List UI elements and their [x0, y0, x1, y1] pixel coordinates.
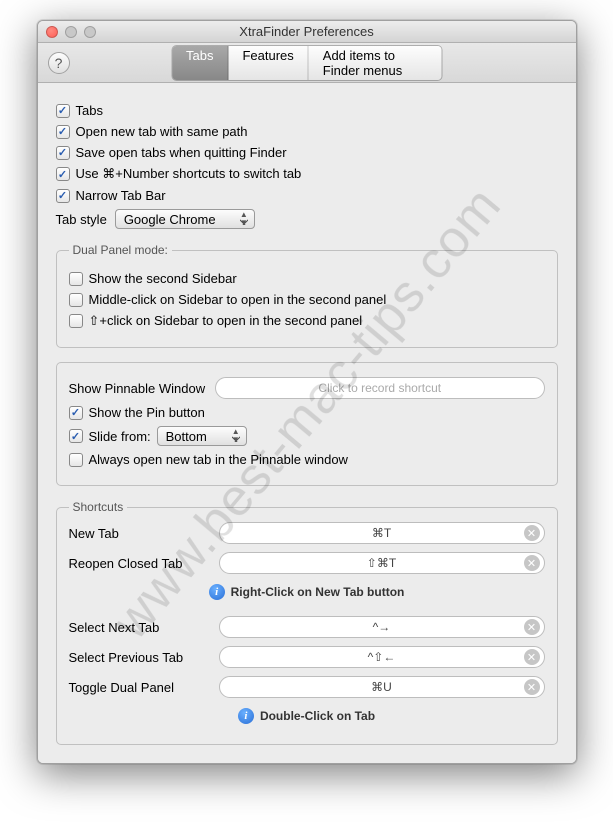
checkbox-second-sidebar[interactable]: [69, 272, 83, 286]
shortcut-toggle-value: ⌘U: [371, 680, 392, 694]
label-second-sidebar: Show the second Sidebar: [89, 271, 237, 286]
label-always-open: Always open new tab in the Pinnable wind…: [89, 452, 348, 467]
select-tab-style[interactable]: Google Chrome ▲▼: [115, 209, 255, 229]
close-window-button[interactable]: [46, 26, 58, 38]
checkbox-shift-click[interactable]: [69, 314, 83, 328]
clear-icon[interactable]: ✕: [524, 525, 540, 541]
shortcut-reopen-value: ⇧⌘T: [367, 556, 396, 570]
group-shortcuts: Shortcuts New Tab ⌘T ✕ Reopen Closed Tab…: [56, 500, 558, 745]
shortcut-next-value: ^→: [373, 620, 391, 634]
clear-icon[interactable]: ✕: [524, 679, 540, 695]
label-open-same-path: Open new tab with same path: [76, 124, 248, 139]
checkbox-cmd-number[interactable]: [56, 167, 70, 181]
help-button[interactable]: ?: [48, 52, 70, 74]
group-dual-panel: Dual Panel mode: Show the second Sidebar…: [56, 243, 558, 348]
checkbox-narrow[interactable]: [56, 189, 70, 203]
select-slide-from[interactable]: Bottom ▲▼: [157, 426, 247, 446]
group-pinnable: Show Pinnable Window Click to record sho…: [56, 362, 558, 486]
shortcut-prev-tab[interactable]: ^⇧← ✕: [219, 646, 545, 668]
toolbar: ? Tabs Features Add items to Finder menu…: [38, 43, 576, 83]
clear-icon[interactable]: ✕: [524, 649, 540, 665]
clear-icon[interactable]: ✕: [524, 555, 540, 571]
checkbox-show-pin[interactable]: [69, 406, 83, 420]
shortcut-new-tab[interactable]: ⌘T ✕: [219, 522, 545, 544]
checkbox-tabs[interactable]: [56, 104, 70, 118]
label-cmd-number: Use ⌘+Number shortcuts to switch tab: [76, 166, 302, 182]
shortcut-next-tab[interactable]: ^→ ✕: [219, 616, 545, 638]
label-save-on-quit: Save open tabs when quitting Finder: [76, 145, 287, 160]
label-slide-from: Slide from:: [89, 429, 151, 444]
label-show-pinnable: Show Pinnable Window: [69, 381, 206, 396]
select-tab-style-value: Google Chrome: [124, 212, 216, 227]
titlebar: XtraFinder Preferences: [38, 21, 576, 43]
shortcut-record-pinnable[interactable]: Click to record shortcut: [215, 377, 544, 399]
legend-dual-panel: Dual Panel mode:: [69, 243, 172, 257]
checkbox-slide-from[interactable]: [69, 429, 83, 443]
label-toggle-dual: Toggle Dual Panel: [69, 680, 209, 695]
label-shift-click: ⇧+click on Sidebar to open in the second…: [89, 313, 363, 329]
label-next-tab: Select Next Tab: [69, 620, 209, 635]
hint-right-click: Right-Click on New Tab button: [231, 585, 405, 599]
label-middle-click: Middle-click on Sidebar to open in the s…: [89, 292, 387, 307]
label-tab-style: Tab style: [56, 212, 107, 227]
hint-double-click: Double-Click on Tab: [260, 709, 375, 723]
info-icon: i: [209, 584, 225, 600]
label-prev-tab: Select Previous Tab: [69, 650, 209, 665]
window-title: XtraFinder Preferences: [38, 24, 576, 39]
info-icon: i: [238, 708, 254, 724]
shortcut-toggle-dual[interactable]: ⌘U ✕: [219, 676, 545, 698]
checkbox-open-same-path[interactable]: [56, 125, 70, 139]
shortcut-reopen[interactable]: ⇧⌘T ✕: [219, 552, 545, 574]
section-tabs: Tabs Features Add items to Finder menus: [172, 46, 441, 80]
checkbox-always-open[interactable]: [69, 453, 83, 467]
legend-shortcuts: Shortcuts: [69, 500, 128, 514]
tab-add-items[interactable]: Add items to Finder menus: [309, 46, 441, 80]
traffic-lights: [38, 26, 96, 38]
checkbox-middle-click[interactable]: [69, 293, 83, 307]
content-area: Tabs Open new tab with same path Save op…: [38, 83, 576, 763]
shortcut-prev-value: ^⇧←: [368, 650, 396, 664]
shortcut-new-tab-value: ⌘T: [372, 526, 391, 540]
label-reopen: Reopen Closed Tab: [69, 556, 209, 571]
label-new-tab: New Tab: [69, 526, 209, 541]
minimize-window-button[interactable]: [65, 26, 77, 38]
checkbox-save-on-quit[interactable]: [56, 146, 70, 160]
tab-tabs[interactable]: Tabs: [172, 46, 228, 80]
tab-features[interactable]: Features: [228, 46, 308, 80]
select-slide-value: Bottom: [166, 429, 207, 444]
preferences-window: XtraFinder Preferences ? Tabs Features A…: [37, 20, 577, 764]
label-tabs: Tabs: [76, 103, 103, 118]
zoom-window-button[interactable]: [84, 26, 96, 38]
label-narrow: Narrow Tab Bar: [76, 188, 166, 203]
label-show-pin: Show the Pin button: [89, 405, 205, 420]
shortcut-record-placeholder: Click to record shortcut: [318, 381, 441, 395]
clear-icon[interactable]: ✕: [524, 619, 540, 635]
